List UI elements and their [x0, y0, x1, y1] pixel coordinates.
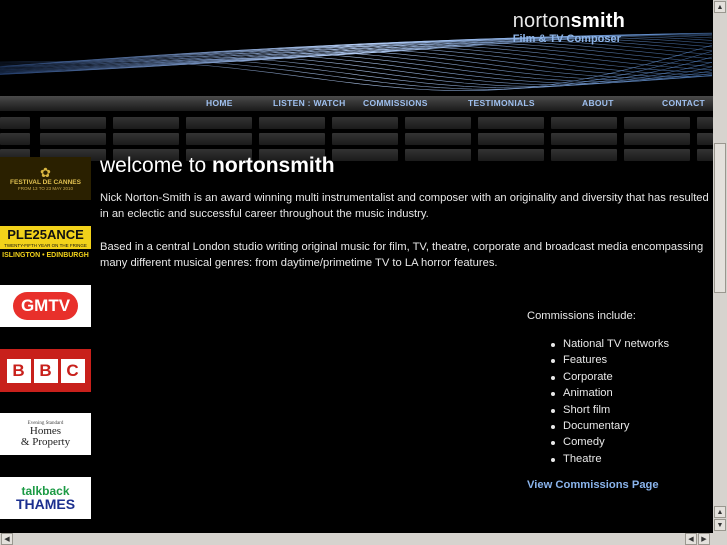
decorative-tile [478, 133, 544, 145]
nav-home[interactable]: HOME [206, 98, 233, 108]
talkback-thames-logo[interactable]: talkback THAMES [0, 477, 91, 519]
horizontal-scrollbar[interactable]: ◀ ◀ ▶ [0, 533, 713, 545]
nav-commissions[interactable]: COMMISSIONS [363, 98, 428, 108]
decorative-tile [405, 133, 471, 145]
bbc-letter: B [6, 358, 31, 383]
palm-icon: ✿ [40, 165, 51, 180]
decorative-tile [405, 117, 471, 129]
scroll-right-icon[interactable]: ▶ [698, 533, 710, 545]
decorative-tile [697, 149, 713, 161]
list-item: Documentary [549, 418, 669, 434]
pleasance-logo-title: PLE25ANCE [0, 226, 91, 243]
scroll-up-icon[interactable]: ▲ [714, 1, 726, 13]
vertical-scroll-thumb[interactable] [714, 143, 726, 293]
list-item: Comedy [549, 434, 669, 450]
property-logo-word: & Property [20, 435, 71, 448]
gmtv-logo[interactable]: GMTV [0, 285, 91, 327]
list-item: Theatre [549, 451, 669, 467]
list-item: Corporate [549, 369, 669, 385]
page: nortonsmith Film & TV Composer HOME LIST… [0, 0, 713, 533]
decorative-tile [624, 133, 690, 145]
decorative-tile [332, 133, 398, 145]
pleasance-logo-locations: ISLINGTON • EDINBURGH [2, 252, 89, 259]
decorative-tile [624, 149, 690, 161]
view-commissions-link[interactable]: View Commissions Page [527, 479, 659, 491]
bbc-logo[interactable]: B B C [0, 349, 91, 392]
decorative-tile [186, 117, 252, 129]
decorative-tile [478, 117, 544, 129]
gmtv-logo-text: GMTV [12, 292, 79, 320]
bbc-letter: B [33, 358, 58, 383]
homes-and-property-logo[interactable]: Evening Standard Homes & Property [0, 413, 91, 455]
decorative-tile [40, 117, 106, 129]
pleasance-logo-subtitle: TWENTY-FIFTH YEAR ON THE FRINGE [0, 243, 91, 249]
thames-logo-word: THAMES [15, 496, 76, 512]
list-item: National TV networks [549, 336, 669, 352]
decorative-tile [259, 117, 325, 129]
scroll-down-icon[interactable]: ▼ [714, 519, 726, 531]
nav-testimonials[interactable]: TESTIMONIALS [468, 98, 535, 108]
decorative-tile [697, 117, 713, 129]
decorative-tile [551, 117, 617, 129]
bbc-letter: C [60, 358, 85, 383]
nav-about[interactable]: ABOUT [582, 98, 614, 108]
vertical-scrollbar[interactable]: ▲ ▲ ▼ [713, 0, 727, 533]
nav-listen-watch[interactable]: LISTEN : WATCH [273, 98, 346, 108]
list-item: Animation [549, 385, 669, 401]
brand-tagline: Film & TV Composer [512, 33, 621, 45]
decorative-tile [0, 133, 30, 145]
decorative-tile [259, 133, 325, 145]
decorative-tile [478, 149, 544, 161]
decorative-tile [0, 117, 30, 129]
decorative-tile [551, 149, 617, 161]
decorative-tile [405, 149, 471, 161]
studio-paragraph: Based in a central London studio writing… [100, 241, 704, 269]
commissions-list: National TV networks Features Corporate … [549, 336, 669, 467]
main-nav: HOME LISTEN : WATCH COMMISSIONS TESTIMON… [0, 96, 713, 111]
decorative-tile [332, 117, 398, 129]
scroll-left-icon[interactable]: ◀ [1, 533, 13, 545]
decorative-tile [113, 133, 179, 145]
scroll-left-icon[interactable]: ◀ [685, 533, 697, 545]
decorative-tile [697, 133, 713, 145]
decorative-tile [186, 133, 252, 145]
decorative-tile [624, 117, 690, 129]
commissions-heading: Commissions include: [527, 310, 636, 322]
decorative-tile [551, 133, 617, 145]
pleasance-logo[interactable]: PLE25ANCE TWENTY-FIFTH YEAR ON THE FRING… [0, 221, 91, 264]
brand-name: nortonsmith [512, 10, 625, 32]
decorative-tile [40, 133, 106, 145]
scroll-up-icon[interactable]: ▲ [714, 506, 726, 518]
homes-logo-word: Homes [29, 424, 62, 437]
cannes-festival-logo[interactable]: ✿ FESTIVAL DE CANNES FROM 13 TO 23 MAY 2… [0, 157, 91, 200]
list-item: Short film [549, 402, 669, 418]
decorative-tile [113, 117, 179, 129]
decorative-tile [332, 149, 398, 161]
intro-paragraph: Nick Norton-Smith is an award winning mu… [100, 192, 709, 220]
nav-contact[interactable]: CONTACT [662, 98, 705, 108]
list-item: Features [549, 352, 669, 368]
cannes-logo-dates: FROM 13 TO 23 MAY 2010 [18, 186, 73, 191]
page-title: welcome to nortonsmith [100, 154, 335, 177]
scrollbar-corner [713, 533, 727, 545]
cannes-logo-text: FESTIVAL DE CANNES [10, 179, 81, 186]
brand-logo[interactable]: nortonsmith Film & TV Composer [513, 10, 625, 45]
